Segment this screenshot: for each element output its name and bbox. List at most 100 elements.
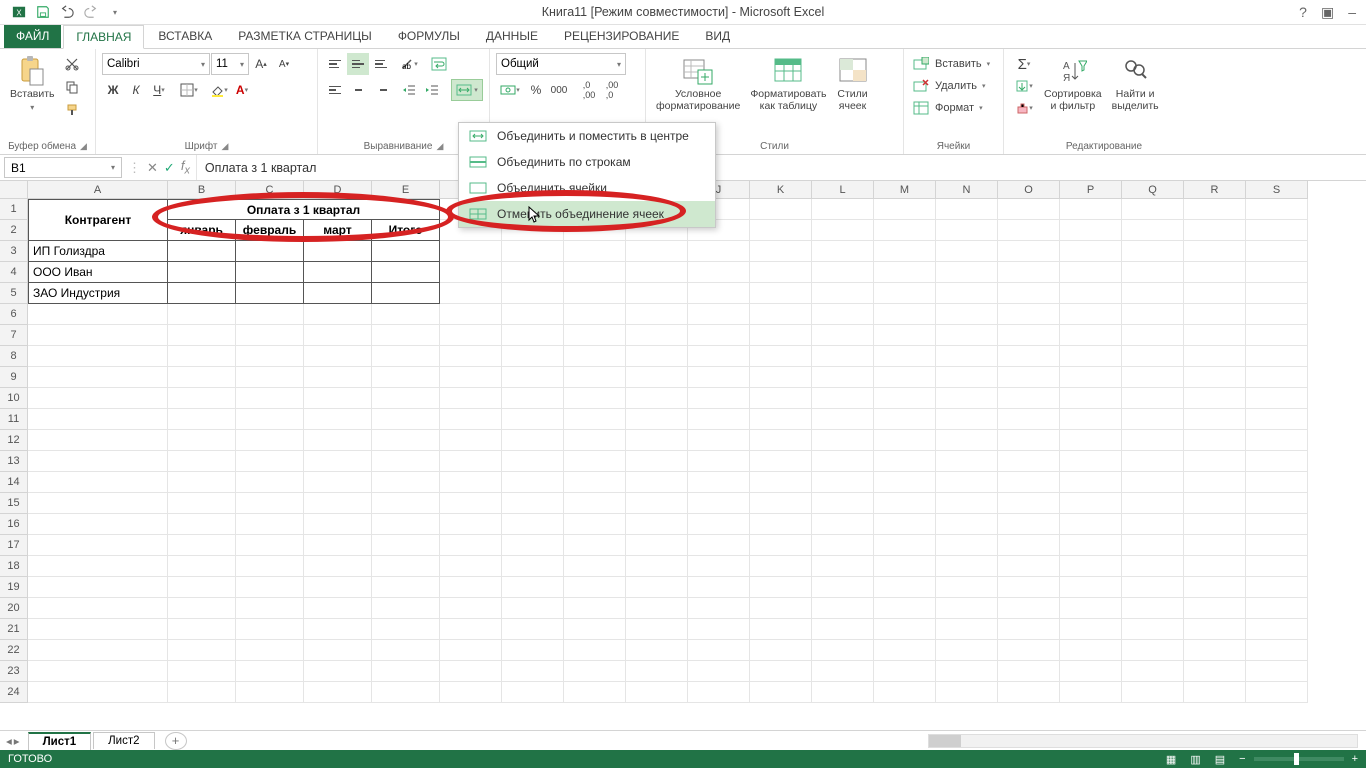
cell[interactable] bbox=[502, 514, 564, 535]
cell[interactable] bbox=[626, 619, 688, 640]
cell[interactable] bbox=[874, 283, 936, 304]
cell[interactable] bbox=[874, 661, 936, 682]
cell[interactable] bbox=[1184, 325, 1246, 346]
tab-review[interactable]: РЕЦЕНЗИРОВАНИЕ bbox=[552, 24, 691, 48]
cell[interactable] bbox=[874, 367, 936, 388]
menu-merge-cells[interactable]: Объединить ячейки bbox=[459, 175, 715, 201]
cell[interactable] bbox=[168, 304, 236, 325]
cell[interactable] bbox=[440, 619, 502, 640]
row-header[interactable]: 17 bbox=[0, 535, 28, 556]
cell[interactable] bbox=[168, 640, 236, 661]
cell[interactable] bbox=[564, 262, 626, 283]
cell-styles-button[interactable]: Стили ячеек bbox=[833, 53, 873, 114]
cell[interactable] bbox=[28, 430, 168, 451]
cell[interactable] bbox=[1184, 262, 1246, 283]
cell[interactable] bbox=[304, 388, 372, 409]
cell[interactable] bbox=[236, 619, 304, 640]
cell[interactable] bbox=[812, 514, 874, 535]
clear-icon[interactable]: ▾ bbox=[1010, 97, 1038, 119]
cell[interactable] bbox=[812, 472, 874, 493]
cell[interactable] bbox=[688, 472, 750, 493]
cell[interactable] bbox=[236, 577, 304, 598]
cell[interactable] bbox=[1246, 556, 1308, 577]
cell[interactable] bbox=[28, 514, 168, 535]
cell[interactable] bbox=[1060, 493, 1122, 514]
fill-color-icon[interactable]: ▾ bbox=[208, 79, 230, 101]
cell[interactable] bbox=[750, 430, 812, 451]
cell[interactable] bbox=[626, 451, 688, 472]
cell[interactable] bbox=[688, 640, 750, 661]
cell[interactable] bbox=[750, 577, 812, 598]
cell[interactable] bbox=[1122, 556, 1184, 577]
orientation-icon[interactable]: ab▾ bbox=[398, 53, 420, 75]
column-header[interactable]: L bbox=[812, 181, 874, 199]
cell[interactable] bbox=[936, 346, 998, 367]
cell[interactable] bbox=[936, 241, 998, 262]
format-as-table-button[interactable]: Форматировать как таблицу bbox=[746, 53, 830, 114]
cell[interactable] bbox=[564, 535, 626, 556]
cell[interactable] bbox=[688, 430, 750, 451]
cell[interactable] bbox=[440, 241, 502, 262]
cell[interactable] bbox=[564, 640, 626, 661]
column-header[interactable]: O bbox=[998, 181, 1060, 199]
merged-header-cell[interactable]: Оплата з 1 квартал bbox=[168, 199, 440, 220]
cell[interactable] bbox=[936, 409, 998, 430]
cell[interactable] bbox=[936, 556, 998, 577]
cell[interactable] bbox=[1184, 514, 1246, 535]
cell[interactable] bbox=[440, 682, 502, 703]
cell[interactable] bbox=[936, 220, 998, 241]
cell[interactable] bbox=[1184, 577, 1246, 598]
align-center-icon[interactable] bbox=[347, 79, 369, 101]
row-header[interactable]: 23 bbox=[0, 661, 28, 682]
table-data-cell[interactable] bbox=[304, 262, 372, 283]
menu-merge-center[interactable]: Объединить и поместить в центре bbox=[459, 123, 715, 149]
cell[interactable] bbox=[998, 598, 1060, 619]
align-middle-icon[interactable] bbox=[347, 53, 369, 75]
table-data-cell[interactable] bbox=[236, 283, 304, 304]
cell[interactable] bbox=[1184, 199, 1246, 220]
cell[interactable] bbox=[372, 409, 440, 430]
row-header[interactable]: 11 bbox=[0, 409, 28, 430]
delete-cells-button[interactable]: Удалить▾ bbox=[910, 75, 992, 97]
cell[interactable] bbox=[626, 430, 688, 451]
cell[interactable] bbox=[1246, 346, 1308, 367]
cell[interactable] bbox=[502, 346, 564, 367]
table-subheader-cell[interactable]: Итого bbox=[372, 220, 440, 241]
table-row-label[interactable]: ИП Голиздра bbox=[28, 241, 168, 262]
cell[interactable] bbox=[936, 367, 998, 388]
cell[interactable] bbox=[1060, 556, 1122, 577]
cell[interactable] bbox=[502, 367, 564, 388]
cell[interactable] bbox=[750, 619, 812, 640]
cell[interactable] bbox=[998, 367, 1060, 388]
cell[interactable] bbox=[1122, 451, 1184, 472]
row-header[interactable]: 12 bbox=[0, 430, 28, 451]
redo-icon[interactable] bbox=[80, 1, 102, 23]
row-header[interactable]: 10 bbox=[0, 388, 28, 409]
table-corner-cell[interactable]: Контрагент bbox=[28, 199, 168, 241]
cell[interactable] bbox=[1122, 514, 1184, 535]
cell[interactable] bbox=[874, 409, 936, 430]
row-header[interactable]: 3 bbox=[0, 241, 28, 262]
column-header[interactable]: K bbox=[750, 181, 812, 199]
cell[interactable] bbox=[1060, 598, 1122, 619]
cell[interactable] bbox=[304, 682, 372, 703]
cell[interactable] bbox=[502, 325, 564, 346]
font-color-icon[interactable]: A▾ bbox=[231, 79, 253, 101]
cell[interactable] bbox=[1060, 682, 1122, 703]
cell[interactable] bbox=[440, 304, 502, 325]
cell[interactable] bbox=[1122, 661, 1184, 682]
cell[interactable] bbox=[564, 598, 626, 619]
cell[interactable] bbox=[28, 577, 168, 598]
cell[interactable] bbox=[1246, 472, 1308, 493]
cell[interactable] bbox=[936, 598, 998, 619]
cell[interactable] bbox=[1184, 535, 1246, 556]
cell[interactable] bbox=[1246, 682, 1308, 703]
cell[interactable] bbox=[502, 304, 564, 325]
cell[interactable] bbox=[1184, 682, 1246, 703]
increase-decimal-icon[interactable]: ,0,00 bbox=[578, 79, 600, 101]
cell[interactable] bbox=[28, 367, 168, 388]
cell[interactable] bbox=[750, 640, 812, 661]
row-header[interactable]: 1 bbox=[0, 199, 28, 220]
cell[interactable] bbox=[688, 346, 750, 367]
cell[interactable] bbox=[1122, 472, 1184, 493]
